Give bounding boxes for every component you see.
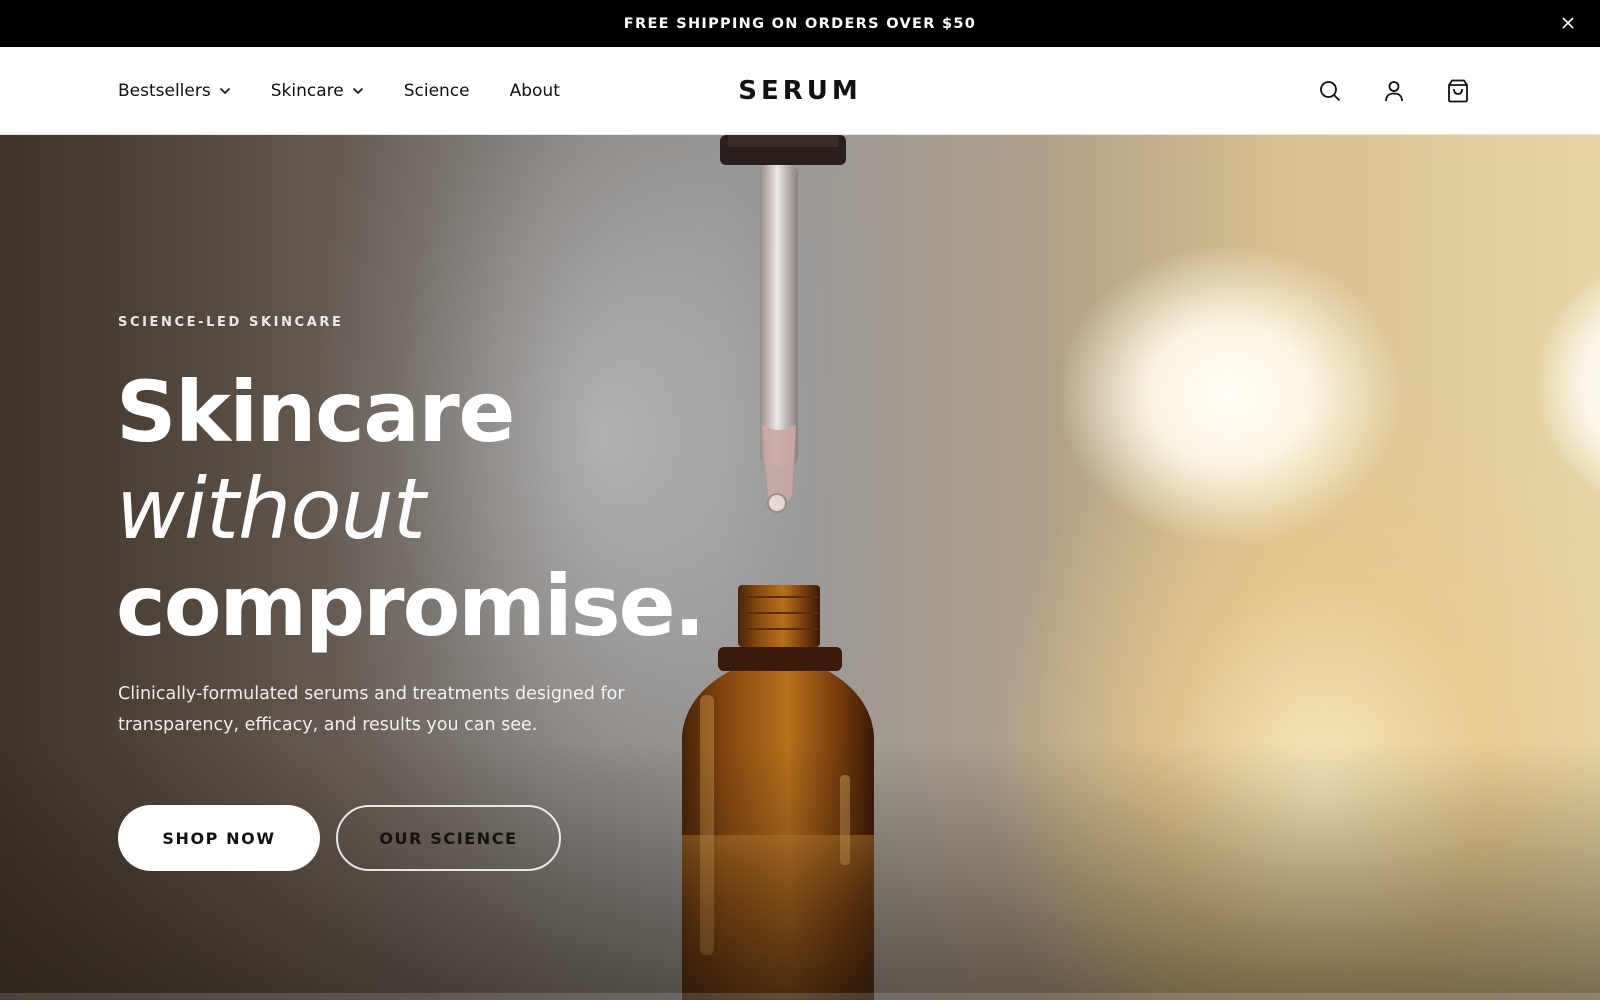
hero-headline-line-1: Skincare — [116, 363, 515, 461]
header-icons — [1318, 47, 1470, 135]
account-icon[interactable] — [1382, 79, 1406, 103]
chevron-down-icon — [219, 87, 231, 95]
cart-icon[interactable] — [1446, 79, 1470, 103]
announcement-bar: FREE SHIPPING ON ORDERS OVER $50 — [0, 0, 1600, 47]
nav-item-science[interactable]: Science — [404, 47, 470, 135]
announcement-text: FREE SHIPPING ON ORDERS OVER $50 — [623, 15, 977, 32]
main-nav: Bestsellers Skincare Science About — [118, 47, 600, 135]
close-icon[interactable] — [1558, 13, 1578, 33]
hero-headline-line-3: compromise. — [116, 557, 705, 655]
nav-item-bestsellers[interactable]: Bestsellers — [118, 47, 231, 135]
search-icon[interactable] — [1318, 79, 1342, 103]
hero-headline-line-2: without — [116, 460, 426, 558]
nav-item-label: Skincare — [270, 81, 344, 101]
our-science-button[interactable]: OUR SCIENCE — [336, 805, 561, 871]
hero-subtext: Clinically-formulated serums and treatme… — [118, 684, 625, 735]
shop-now-button[interactable]: SHOP NOW — [118, 805, 320, 871]
hero-eyebrow: SCIENCE-LED SKINCARE — [118, 315, 344, 330]
nav-item-label: About — [509, 81, 560, 101]
nav-item-skincare[interactable]: Skincare — [271, 47, 364, 135]
site-header: Bestsellers Skincare Science About SERUM — [0, 47, 1600, 135]
nav-item-label: Science — [403, 81, 470, 101]
bottom-divider — [0, 993, 1600, 1000]
nav-item-about[interactable]: About — [510, 47, 560, 135]
nav-item-label: Bestsellers — [118, 81, 211, 101]
hero-section: SCIENCE-LED SKINCARE Skincare without co… — [0, 135, 1600, 1000]
chevron-down-icon — [352, 87, 364, 95]
site-logo[interactable]: SERUM — [738, 76, 862, 106]
